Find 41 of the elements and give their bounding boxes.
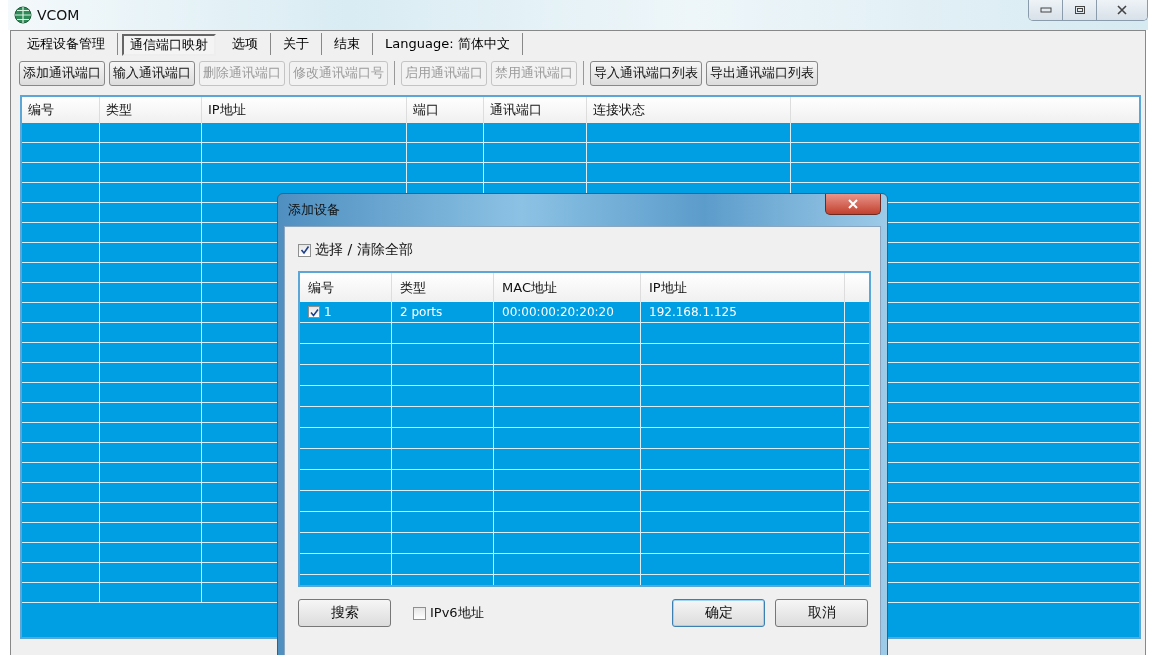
globe-icon: [14, 6, 32, 24]
tab[interactable]: Language: 简体中文: [373, 33, 523, 55]
maximize-button[interactable]: [1063, 0, 1097, 20]
tab[interactable]: 选项: [220, 33, 271, 55]
toolbar-button[interactable]: 导出通讯端口列表: [706, 60, 818, 86]
dialog-title: 添加设备: [287, 201, 340, 219]
close-icon: [1116, 4, 1128, 16]
checkbox[interactable]: [413, 606, 426, 620]
toolbar-button[interactable]: 导入通讯端口列表: [590, 60, 702, 86]
column-header[interactable]: 类型: [392, 273, 494, 302]
column-header[interactable]: 编号: [300, 273, 392, 302]
window-title: VCOM: [37, 7, 80, 23]
minimize-icon: [1039, 7, 1052, 13]
table-cell: 00:00:00:20:20:20: [502, 305, 614, 319]
checkbox-label: 选择 / 清除全部: [315, 241, 413, 259]
column-header[interactable]: IP地址: [641, 273, 845, 302]
search-button[interactable]: 搜索: [298, 599, 391, 627]
column-header[interactable]: 通讯端口: [484, 97, 587, 123]
tab[interactable]: 通信端口映射: [122, 34, 216, 56]
column-header[interactable]: IP地址: [202, 97, 407, 123]
checkbox[interactable]: [308, 306, 320, 318]
tab[interactable]: 关于: [271, 33, 322, 55]
cancel-button[interactable]: 取消: [775, 599, 868, 627]
maximize-icon: [1073, 5, 1086, 15]
tab[interactable]: 远程设备管理: [15, 33, 118, 55]
column-header[interactable]: 端口: [407, 97, 484, 123]
column-header[interactable]: 编号: [22, 97, 100, 123]
table-cell: 1: [324, 305, 332, 319]
close-button[interactable]: [825, 194, 881, 215]
checkbox-label: IPv6地址: [430, 604, 484, 622]
tab[interactable]: 结束: [322, 33, 373, 55]
close-icon: [847, 199, 859, 209]
column-header[interactable]: 类型: [100, 97, 202, 123]
ok-button[interactable]: 确定: [672, 599, 765, 627]
column-header[interactable]: MAC地址: [494, 273, 641, 302]
checkbox[interactable]: [298, 243, 311, 257]
table-cell: 192.168.1.125: [649, 305, 737, 319]
table-cell: 2 ports: [400, 305, 443, 319]
toolbar-button[interactable]: 添加通讯端口: [19, 60, 105, 86]
column-header[interactable]: 连接状态: [587, 97, 791, 123]
toolbar-button[interactable]: 输入通讯端口: [109, 60, 195, 86]
